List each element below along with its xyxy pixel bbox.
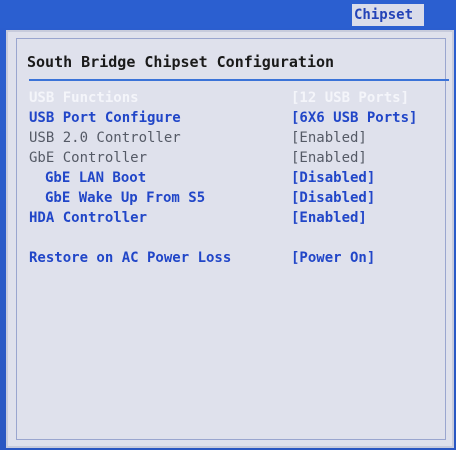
tab-bar: Chipset [0,0,456,28]
setting-label: GbE LAN Boot [45,170,147,186]
setting-gbe-lan-boot[interactable]: GbE LAN Boot [Disabled] [29,169,449,187]
setting-label: HDA Controller [29,210,148,226]
setting-value: [Enabled] [291,150,367,166]
setting-gbe-wake-up-s5[interactable]: GbE Wake Up From S5 [Disabled] [29,189,449,207]
setting-usb-functions[interactable]: USB Functions [12 USB Ports] [29,89,449,107]
setting-value[interactable]: [6X6 USB Ports] [291,109,417,127]
setting-value[interactable]: [12 USB Ports] [291,89,409,107]
setting-usb20-controller: USB 2.0 Controller [Enabled] [29,129,449,147]
setting-label: USB Port Configure [29,110,181,126]
settings-panel: South Bridge Chipset Configuration USB F… [6,30,454,448]
setting-label: USB 2.0 Controller [29,130,181,146]
setting-label: USB Functions [29,90,139,106]
setting-value[interactable]: [Disabled] [291,169,375,187]
setting-hda-controller[interactable]: HDA Controller [Enabled] [29,209,449,227]
title-divider [29,79,449,81]
setting-gbe-controller: GbE Controller [Enabled] [29,149,449,167]
setting-label: Restore on AC Power Loss [29,250,232,266]
page-title: South Bridge Chipset Configuration [27,53,335,71]
setting-value: [Enabled] [291,130,367,146]
setting-value[interactable]: [Enabled] [291,209,367,227]
tab-chipset[interactable]: Chipset [352,4,424,26]
setting-value[interactable]: [Power On] [291,249,375,267]
setting-label: GbE Controller [29,150,148,166]
bios-screen: Chipset South Bridge Chipset Configurati… [0,0,456,450]
setting-restore-ac-power-loss[interactable]: Restore on AC Power Loss [Power On] [29,249,449,267]
setting-usb-port-configure[interactable]: USB Port Configure [6X6 USB Ports] [29,109,449,127]
setting-label: GbE Wake Up From S5 [45,190,206,206]
settings-panel-frame: South Bridge Chipset Configuration USB F… [16,38,449,440]
setting-value[interactable]: [Disabled] [291,189,375,207]
